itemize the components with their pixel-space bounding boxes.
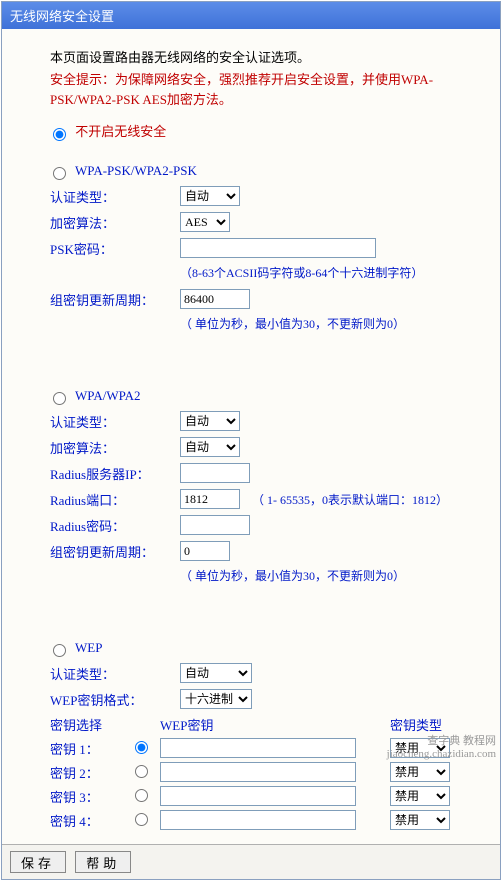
radius-pw-input[interactable]: [180, 515, 250, 535]
radius-ip-input[interactable]: [180, 463, 250, 483]
wpa-groupkey-hint: （ 单位为秒，最小值为30，不更新则为0）: [180, 567, 480, 584]
wep-key4-type[interactable]: 禁用: [390, 810, 450, 830]
radio-wpa-row: WPA/WPA2: [48, 388, 480, 405]
psk-auth-label: 认证类型：: [50, 187, 180, 206]
wep-key4-input[interactable]: [160, 810, 356, 830]
window-title: 无线网络安全设置: [10, 9, 114, 24]
psk-password-input[interactable]: [180, 238, 376, 258]
wep-col-type: 密钥类型: [390, 715, 442, 734]
radio-wep[interactable]: [53, 644, 66, 657]
wep-key3-radio[interactable]: [135, 789, 148, 802]
wpa-groupkey-label: 组密钥更新周期：: [50, 542, 180, 561]
radius-pw-label: Radius密码：: [50, 516, 180, 535]
psk-password-hint: （8-63个ACSII码字符或8-64个十六进制字符）: [180, 264, 480, 281]
wep-key3-input[interactable]: [160, 786, 356, 806]
wep-key1-label: 密钥 1：: [50, 739, 130, 758]
radius-port-hint: （ 1- 65535，0表示默认端口：1812）: [252, 491, 448, 508]
wep-key2-input[interactable]: [160, 762, 356, 782]
wep-key1-radio[interactable]: [135, 741, 148, 754]
save-button[interactable]: 保存: [10, 851, 66, 873]
psk-password-label: PSK密码：: [50, 239, 180, 258]
titlebar: 无线网络安全设置: [2, 2, 500, 29]
wep-key4-label: 密钥 4：: [50, 811, 130, 830]
wpa-encrypt-label: 加密算法：: [50, 438, 180, 457]
wpa-auth-select[interactable]: 自动: [180, 411, 240, 431]
wep-key2-type[interactable]: 禁用: [390, 762, 450, 782]
wep-auth-select[interactable]: 自动: [180, 663, 252, 683]
radio-psk[interactable]: [53, 167, 66, 180]
psk-encrypt-select[interactable]: AES: [180, 212, 230, 232]
radio-psk-label: WPA-PSK/WPA2-PSK: [75, 163, 197, 178]
wep-format-select[interactable]: 十六进制: [180, 689, 252, 709]
wpa-groupkey-input[interactable]: [180, 541, 230, 561]
radio-wpa-label: WPA/WPA2: [75, 388, 141, 403]
content-area: 本页面设置路由器无线网络的安全认证选项。 安全提示：为保障网络安全，强烈推荐开启…: [2, 29, 500, 844]
radio-psk-row: WPA-PSK/WPA2-PSK: [48, 163, 480, 180]
psk-encrypt-label: 加密算法：: [50, 213, 180, 232]
window-frame: 无线网络安全设置 本页面设置路由器无线网络的安全认证选项。 安全提示：为保障网络…: [1, 1, 501, 880]
wep-col-key: WEP密钥: [160, 715, 390, 734]
security-warning: 安全提示：为保障网络安全，强烈推荐开启安全设置，并使用WPA-PSK/WPA2-…: [50, 70, 480, 109]
wep-key1-input[interactable]: [160, 738, 356, 758]
wpa-auth-label: 认证类型：: [50, 412, 180, 431]
radio-none-row: 不开启无线安全: [48, 121, 480, 141]
intro-text: 本页面设置路由器无线网络的安全认证选项。: [50, 47, 480, 66]
wep-key3-type[interactable]: 禁用: [390, 786, 450, 806]
footer: 保存 帮助: [2, 844, 500, 879]
radio-none[interactable]: [53, 128, 66, 141]
radius-port-label: Radius端口：: [50, 490, 180, 509]
radio-wep-row: WEP: [48, 640, 480, 657]
radio-wpa[interactable]: [53, 392, 66, 405]
help-button[interactable]: 帮助: [75, 851, 131, 873]
wep-key1-type[interactable]: 禁用: [390, 738, 450, 758]
wep-key2-label: 密钥 2：: [50, 763, 130, 782]
wep-auth-label: 认证类型：: [50, 664, 180, 683]
wpa-encrypt-select[interactable]: 自动: [180, 437, 240, 457]
radio-wep-label: WEP: [75, 640, 102, 655]
radio-none-label: 不开启无线安全: [75, 124, 166, 139]
wep-col-select: 密钥选择: [50, 715, 160, 734]
wep-key2-radio[interactable]: [135, 765, 148, 778]
psk-groupkey-input[interactable]: [180, 289, 250, 309]
psk-groupkey-hint: （ 单位为秒，最小值为30，不更新则为0）: [180, 315, 480, 332]
psk-groupkey-label: 组密钥更新周期：: [50, 290, 180, 309]
wep-key3-label: 密钥 3：: [50, 787, 130, 806]
radius-ip-label: Radius服务器IP：: [50, 464, 180, 483]
radius-port-input[interactable]: [180, 489, 240, 509]
psk-auth-select[interactable]: 自动: [180, 186, 240, 206]
wep-key4-radio[interactable]: [135, 813, 148, 826]
wep-format-label: WEP密钥格式：: [50, 690, 180, 709]
